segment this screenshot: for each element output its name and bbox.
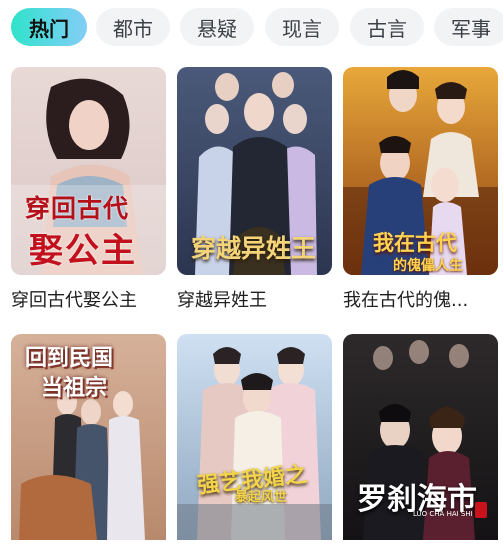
seal-icon bbox=[475, 502, 487, 518]
poster-art bbox=[177, 334, 332, 540]
drama-title[interactable]: 穿回古代娶公主 bbox=[11, 289, 166, 313]
poster-title-line1: 回到民国 bbox=[25, 345, 114, 371]
tab-modern-romance[interactable]: 现言 bbox=[265, 8, 339, 46]
poster-title-line2: 的傀儡人生 bbox=[393, 258, 463, 274]
drama-poster[interactable]: 罗刹海市 LUO CHA HAI SHI bbox=[343, 334, 498, 540]
drama-card[interactable]: 强艺我婚之 暴起风世 bbox=[177, 334, 332, 554]
drama-title[interactable]: 穿越异姓王 bbox=[177, 289, 332, 313]
drama-card[interactable]: 穿回古代 娶公主 穿回古代娶公主 bbox=[11, 67, 166, 313]
drama-poster[interactable]: 穿越异姓王 bbox=[177, 67, 332, 275]
tab-ancient-romance[interactable]: 古言 bbox=[350, 8, 424, 46]
category-tab-bar: 热门 都市 悬疑 现言 古言 军事 bbox=[0, 0, 503, 54]
poster-title-line2: 当祖宗 bbox=[41, 375, 108, 401]
poster-subtitle: LUO CHA HAI SHI bbox=[413, 510, 473, 518]
tab-urban[interactable]: 都市 bbox=[96, 8, 170, 46]
poster-title-line2: 娶公主 bbox=[29, 231, 137, 271]
tab-suspense[interactable]: 悬疑 bbox=[180, 8, 254, 46]
poster-title: 穿越异姓王 bbox=[191, 234, 317, 263]
poster-title-line1: 我在古代 bbox=[373, 230, 457, 255]
drama-poster[interactable]: 我在古代 的傀儡人生 bbox=[343, 67, 498, 275]
poster-title-line1: 穿回古代 bbox=[25, 194, 130, 223]
drama-card[interactable]: 罗刹海市 LUO CHA HAI SHI bbox=[343, 334, 498, 554]
poster-title-line2: 暴起风世 bbox=[235, 490, 288, 505]
drama-title[interactable]: 我在古代的傀... bbox=[343, 289, 498, 313]
drama-card[interactable]: 我在古代 的傀儡人生 我在古代的傀... bbox=[343, 67, 498, 313]
tab-military[interactable]: 军事 bbox=[434, 8, 503, 46]
drama-poster[interactable]: 穿回古代 娶公主 bbox=[11, 67, 166, 275]
drama-card[interactable]: 回到民国 当祖宗 bbox=[11, 334, 166, 554]
drama-poster[interactable]: 回到民国 当祖宗 bbox=[11, 334, 166, 540]
drama-card[interactable]: 穿越异姓王 穿越异姓王 bbox=[177, 67, 332, 313]
tab-hot[interactable]: 热门 bbox=[11, 8, 87, 46]
drama-poster[interactable]: 强艺我婚之 暴起风世 bbox=[177, 334, 332, 540]
